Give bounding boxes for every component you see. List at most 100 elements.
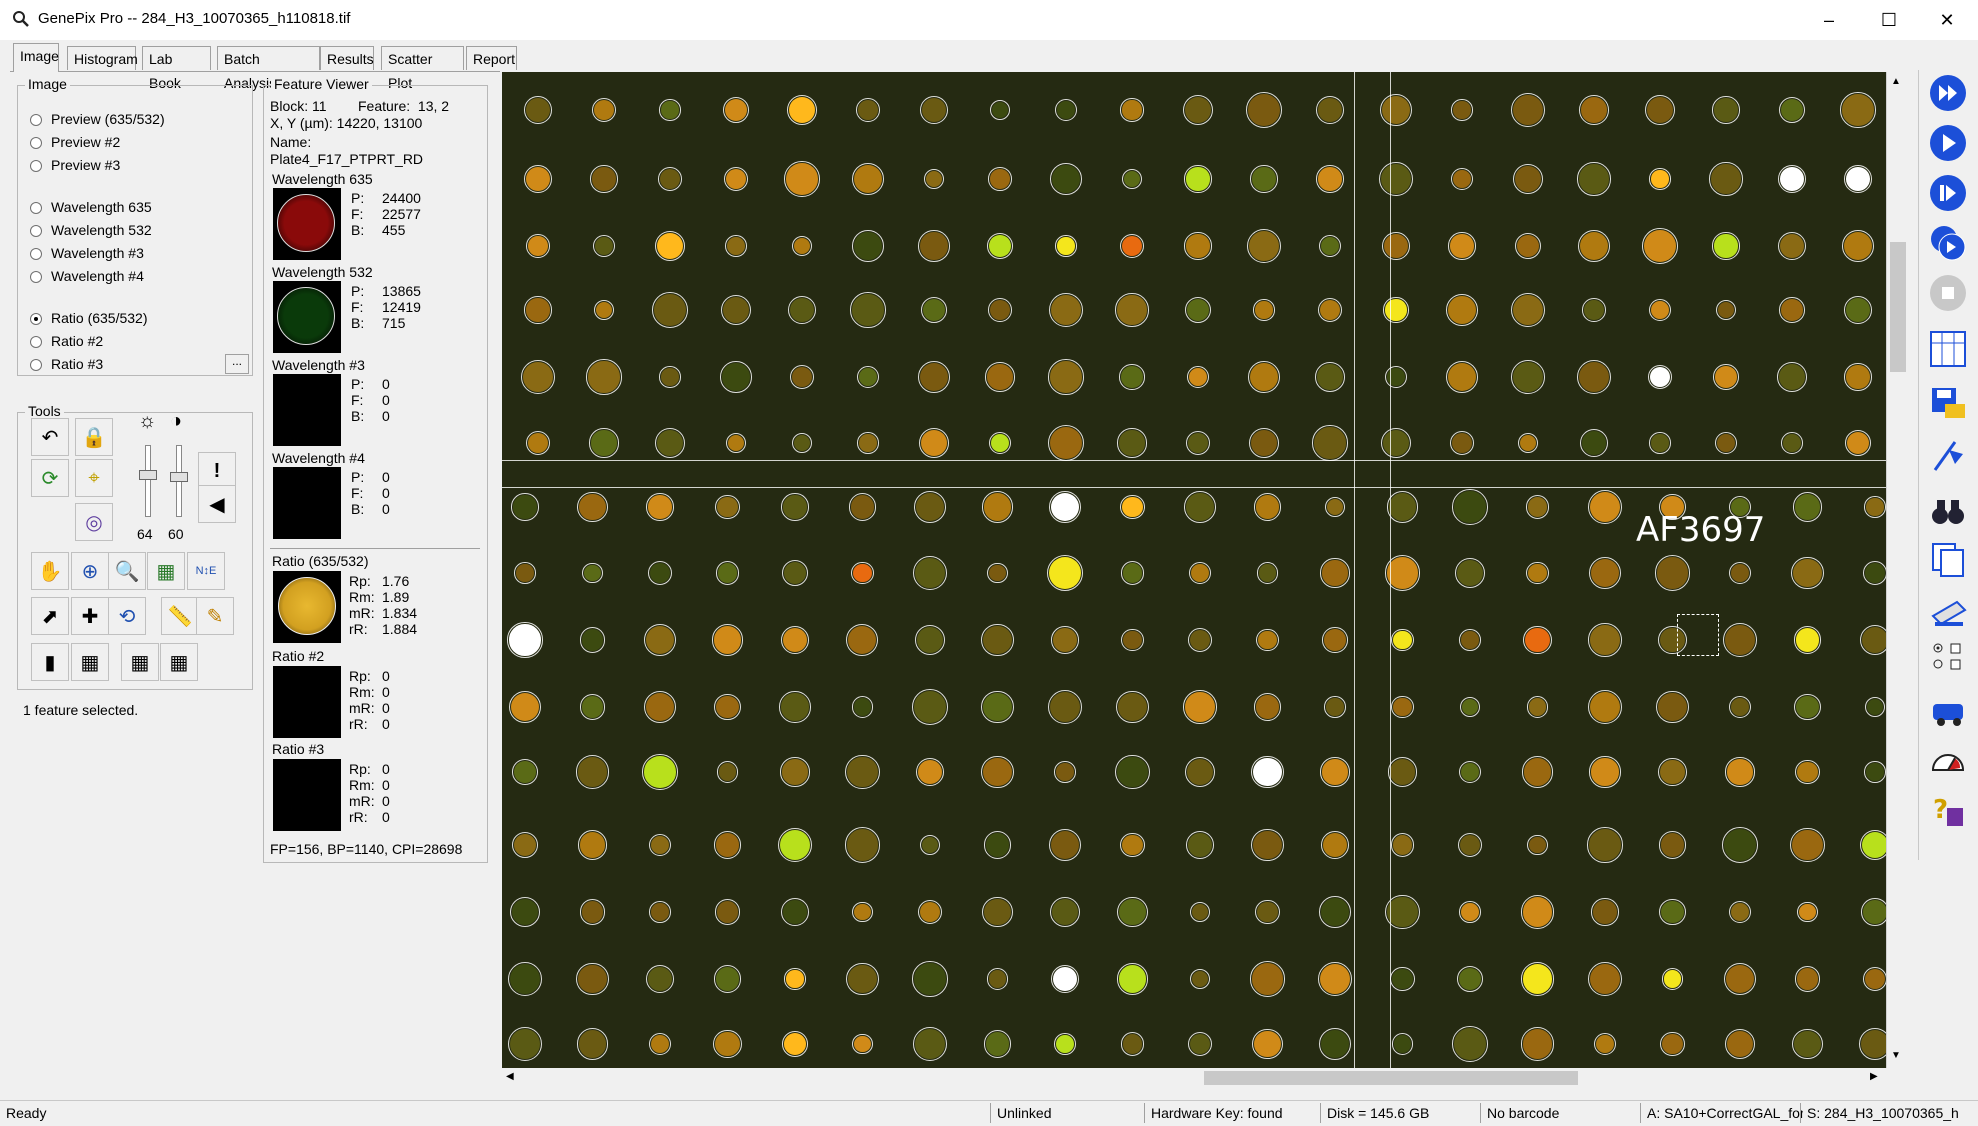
feature-indicator-ring <box>1047 555 1083 591</box>
more-options-button[interactable]: ... <box>225 354 249 374</box>
feature-indicator-ring <box>1246 92 1282 128</box>
image-option-label[interactable]: Ratio #2 <box>51 333 103 349</box>
minimize-button[interactable]: – <box>1800 0 1858 40</box>
image-option-radio[interactable] <box>30 313 42 325</box>
contrast-slider-thumb[interactable] <box>170 472 188 482</box>
grid-settings-icon[interactable]: ▦ <box>160 643 198 681</box>
select-block-icon[interactable]: ⬈ <box>31 597 69 635</box>
scanner-icon[interactable] <box>1927 590 1969 632</box>
ruler-icon[interactable]: 📏 <box>161 597 199 635</box>
feature-indicator-ring <box>509 896 541 928</box>
target-icon[interactable]: ⌖ <box>75 459 113 497</box>
feature-viewer-label: Feature Viewer <box>271 76 372 92</box>
zoom-target-icon[interactable]: ⊕ <box>71 552 109 590</box>
multi-scan-icon[interactable] <box>1927 222 1969 264</box>
image-option-radio[interactable] <box>30 160 42 172</box>
value-key-label: rR: <box>349 621 368 637</box>
feature-indicator-ring <box>714 693 741 721</box>
feature-indicator-ring <box>1512 163 1544 195</box>
microarray-image[interactable]: AF3697 <box>502 72 1886 1068</box>
autoloader-icon[interactable] <box>1927 690 1969 732</box>
play-icon[interactable] <box>1927 122 1969 164</box>
image-option-radio[interactable] <box>30 225 42 237</box>
feature-indicator-ring <box>1246 228 1282 264</box>
step-forward-icon[interactable] <box>1927 172 1969 214</box>
add-feature-icon[interactable]: ✚ <box>71 597 109 635</box>
maximize-button[interactable]: ☐ <box>1860 0 1918 40</box>
image-option-label[interactable]: Wavelength #3 <box>51 245 144 261</box>
feature-indicator-ring <box>1715 299 1737 321</box>
image-option-radio[interactable] <box>30 114 42 126</box>
image-option-radio[interactable] <box>30 202 42 214</box>
brightness-slider[interactable] <box>145 445 151 517</box>
scroll-right-icon[interactable]: ▶ <box>1870 1071 1878 1082</box>
feature-indicator-ring <box>715 494 740 520</box>
binoculars-icon[interactable] <box>1927 490 1969 532</box>
value-key-label: F: <box>351 206 364 222</box>
grid-calc-icon[interactable]: ▦ <box>147 552 185 590</box>
single-column-icon[interactable]: ▮ <box>31 643 69 681</box>
image-option-radio[interactable] <box>30 359 42 371</box>
barcode-table-icon[interactable] <box>1927 328 1969 370</box>
wavelength-b-value: 715 <box>382 315 406 331</box>
scroll-up-icon[interactable]: ▲ <box>1891 76 1901 87</box>
tab-histogram[interactable]: Histogram <box>67 46 138 70</box>
documents-icon[interactable] <box>1927 538 1969 580</box>
image-option-label[interactable]: Wavelength 532 <box>51 222 152 238</box>
brightness-slider-thumb[interactable] <box>139 470 157 480</box>
image-option-label[interactable]: Preview #2 <box>51 134 120 150</box>
selected-feature-box[interactable] <box>1677 614 1719 656</box>
scroll-left-icon[interactable]: ◀ <box>506 1071 514 1082</box>
gauge-icon[interactable] <box>1927 740 1969 782</box>
image-option-radio[interactable] <box>30 271 42 283</box>
pencil-icon[interactable]: ✎ <box>196 597 234 635</box>
scroll-down-icon[interactable]: ▼ <box>1891 1050 1901 1061</box>
feature-indicator-ring <box>1649 168 1671 190</box>
feature-indicator-ring <box>1781 432 1803 454</box>
vertical-scrollbar[interactable]: ▲ ▼ <box>1886 72 1909 1068</box>
image-option-label[interactable]: Preview (635/532) <box>51 111 165 127</box>
lock-icon[interactable]: 🔒 <box>75 418 113 456</box>
feature-indicator-ring <box>1450 167 1474 191</box>
tab-batch-analysis[interactable]: Batch Analysis <box>217 46 320 91</box>
zoom-icon[interactable]: 🔍 <box>108 552 146 590</box>
flag-icon[interactable] <box>1927 434 1969 476</box>
image-option-label[interactable]: Ratio (635/532) <box>51 310 148 326</box>
title-bar: GenePix Pro -- 284_H3_10070365_h110818.t… <box>0 0 1978 40</box>
new-grid-icon[interactable]: ▦ <box>121 643 159 681</box>
image-option-radio[interactable] <box>30 336 42 348</box>
lasso-icon[interactable]: ⟲ <box>108 597 146 635</box>
rotate-icon[interactable]: ⟳ <box>31 459 69 497</box>
grid-block-icon[interactable]: ▦ <box>71 643 109 681</box>
features-icon[interactable]: ◎ <box>75 503 113 541</box>
hand-pan-icon[interactable]: ✋ <box>31 552 69 590</box>
vertical-scroll-thumb[interactable] <box>1890 242 1906 372</box>
image-option-radio[interactable] <box>30 248 42 260</box>
contrast-icon: ◑ <box>170 410 183 432</box>
image-option-label[interactable]: Wavelength 635 <box>51 199 152 215</box>
help-icon[interactable]: ? <box>1927 790 1969 832</box>
save-open-icon[interactable] <box>1927 382 1969 424</box>
image-option-label[interactable]: Ratio #3 <box>51 356 103 372</box>
undo-icon[interactable]: ↶ <box>31 418 69 456</box>
fast-forward-icon[interactable] <box>1927 72 1969 114</box>
feature-indicator-ring <box>1728 561 1752 585</box>
tab-lab-book[interactable]: Lab Book <box>142 46 211 91</box>
ratio-rp-value: 0 <box>382 668 390 684</box>
image-option-label[interactable]: Wavelength #4 <box>51 268 144 284</box>
tab-report[interactable]: Report <box>466 46 517 70</box>
tab-image[interactable]: Image <box>13 43 59 72</box>
left-arrow-icon[interactable]: ◀ <box>198 485 236 523</box>
horizontal-scrollbar[interactable]: ◀ ▶ <box>502 1068 1886 1088</box>
ratio-title: Ratio #3 <box>272 741 325 757</box>
image-option-radio[interactable] <box>30 137 42 149</box>
options-toggle-icon[interactable] <box>1927 636 1969 678</box>
horizontal-scroll-thumb[interactable] <box>1204 1071 1578 1085</box>
feature-indicator-ring <box>1050 163 1082 195</box>
image-option-label[interactable]: Preview #3 <box>51 157 120 173</box>
tab-results[interactable]: Results <box>320 46 374 70</box>
stop-icon[interactable] <box>1927 272 1969 314</box>
tab-scatter-plot[interactable]: Scatter Plot <box>381 46 464 91</box>
close-button[interactable]: ✕ <box>1918 0 1976 40</box>
compass-icon[interactable]: N↕E <box>187 552 225 590</box>
